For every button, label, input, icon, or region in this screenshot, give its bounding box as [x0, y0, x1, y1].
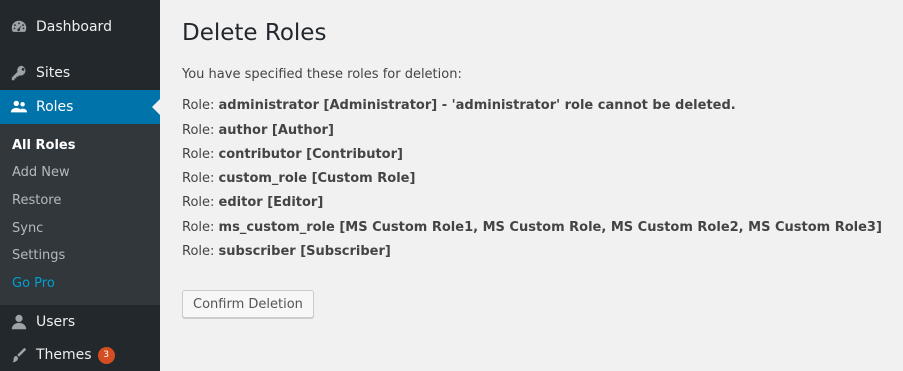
role-name: administrator [Administrator] - 'adminis… — [218, 98, 736, 113]
submenu-settings[interactable]: Settings — [12, 248, 65, 263]
update-count-badge: 3 — [97, 346, 115, 364]
role-line: Role: administrator [Administrator] - 'a… — [182, 98, 736, 113]
submenu-all-roles[interactable]: All Roles — [12, 138, 75, 153]
submenu-go-pro[interactable]: Go Pro — [12, 276, 55, 291]
role-line: Role: custom_role [Custom Role] — [182, 171, 415, 186]
submenu-restore[interactable]: Restore — [12, 193, 61, 208]
sidebar-item-label: Sites — [36, 65, 71, 81]
role-line: Role: ms_custom_role [MS Custom Role1, M… — [182, 220, 882, 235]
dashboard-icon — [9, 17, 29, 37]
sidebar-item-users[interactable]: Users — [0, 305, 160, 339]
submenu-add-new[interactable]: Add New — [12, 165, 70, 180]
role-name: subscriber [Subscriber] — [218, 244, 391, 259]
sidebar-item-label: Themes — [36, 347, 92, 363]
role-name: editor [Editor] — [218, 195, 324, 210]
sidebar-item-label: Roles — [36, 99, 74, 115]
role-line: Role: contributor [Contributor] — [182, 147, 403, 162]
key-icon — [9, 63, 29, 83]
sidebar-item-label: Users — [36, 314, 76, 330]
confirm-deletion-button[interactable]: Confirm Deletion — [182, 290, 314, 318]
sidebar-item-roles[interactable]: Roles — [0, 90, 160, 124]
role-name: author [Author] — [218, 123, 334, 138]
brush-icon — [9, 345, 29, 365]
sidebar-item-themes[interactable]: Themes 3 — [0, 339, 160, 371]
page-title: Delete Roles — [182, 20, 327, 46]
role-prefix: Role: — [182, 123, 219, 138]
sidebar-item-label: Dashboard — [36, 19, 112, 35]
sidebar-item-dashboard[interactable]: Dashboard — [0, 10, 160, 44]
role-line: Role: subscriber [Subscriber] — [182, 244, 391, 259]
role-prefix: Role: — [182, 244, 219, 259]
roles-submenu: All Roles Add New Restore Sync Settings … — [0, 124, 160, 305]
role-prefix: Role: — [182, 220, 219, 235]
role-name: contributor [Contributor] — [218, 147, 403, 162]
user-icon — [9, 312, 29, 332]
intro-text: You have specified these roles for delet… — [182, 67, 462, 82]
role-prefix: Role: — [182, 171, 219, 186]
submenu-sync[interactable]: Sync — [12, 221, 43, 236]
role-name: ms_custom_role [MS Custom Role1, MS Cust… — [218, 220, 882, 235]
sidebar-item-sites[interactable]: Sites — [0, 56, 160, 90]
role-prefix: Role: — [182, 195, 219, 210]
role-prefix: Role: — [182, 98, 219, 113]
role-name: custom_role [Custom Role] — [218, 171, 416, 186]
admin-sidebar: Dashboard Sites Roles All Roles Add New … — [0, 0, 160, 371]
role-line: Role: editor [Editor] — [182, 195, 323, 210]
role-prefix: Role: — [182, 147, 219, 162]
role-line: Role: author [Author] — [182, 123, 334, 138]
users-icon — [9, 97, 29, 117]
